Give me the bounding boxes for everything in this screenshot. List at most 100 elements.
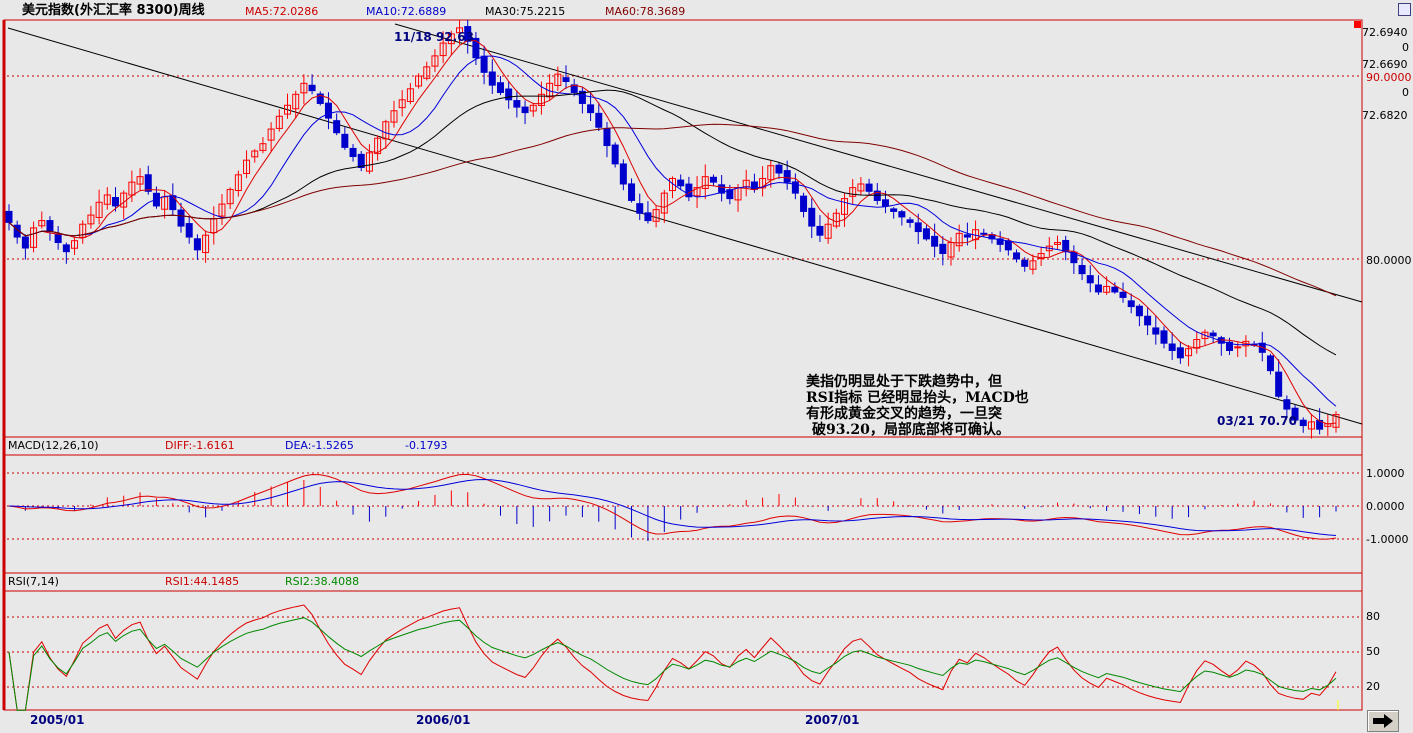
chart-title: 美元指数(外汇汇率 8300)周线 xyxy=(22,3,205,18)
price-axis-label: 72.6820 xyxy=(1362,109,1408,122)
candle-body xyxy=(496,82,504,93)
candle-body xyxy=(881,199,889,207)
rsi1-readout: RSI1:44.1485 xyxy=(165,575,240,588)
chart-frame xyxy=(3,19,1363,711)
price-axis-label: 0 xyxy=(1402,86,1409,99)
macd-axis-label: 0.0000 xyxy=(1366,500,1405,513)
candle-body xyxy=(341,133,349,148)
candle-body xyxy=(1094,284,1102,293)
candle-body xyxy=(1135,305,1143,317)
candle-body xyxy=(865,183,873,192)
candle-body xyxy=(54,233,62,244)
price-axis-label: 0 xyxy=(1402,41,1409,54)
candle-body xyxy=(144,174,152,192)
price-axis-label: 80.0000 xyxy=(1366,254,1412,267)
high-annotation: 11/18 92.63 xyxy=(394,30,474,44)
price-axis-label: 72.6690 xyxy=(1362,58,1408,71)
macd-dea-readout: DEA:-1.5265 xyxy=(285,439,354,452)
candle-body xyxy=(185,223,193,238)
candle-body xyxy=(1013,252,1021,260)
candle-body xyxy=(587,104,595,114)
candle-body xyxy=(898,211,906,218)
candle-body xyxy=(1152,327,1160,335)
candle-body xyxy=(5,210,13,223)
price-axis-label: 72.6940 xyxy=(1362,26,1408,39)
next-page-button[interactable] xyxy=(1367,710,1399,732)
candle-body xyxy=(914,222,922,233)
candle-body xyxy=(816,225,824,236)
candle-body xyxy=(1209,332,1217,337)
candle-body xyxy=(611,144,619,165)
candle-body xyxy=(349,147,357,158)
date-axis-label: 2006/01 xyxy=(416,713,471,727)
rsi-title: RSI(7,14) xyxy=(8,575,59,588)
candle-body xyxy=(308,84,316,92)
comment-line: 美指仍明显处于下跌趋势中，但 xyxy=(806,374,1002,390)
candle-body xyxy=(922,228,930,240)
macd-axis-label: -1.0000 xyxy=(1366,533,1409,546)
candle-body xyxy=(1160,330,1168,344)
candle-body xyxy=(644,212,652,222)
candle-body xyxy=(1111,286,1119,293)
macd-value-readout: -0.1793 xyxy=(405,439,448,452)
window-close-icon[interactable] xyxy=(1398,3,1411,16)
candle-body xyxy=(513,100,521,108)
trendline xyxy=(394,23,1363,303)
candle-body xyxy=(750,181,758,190)
rsi-axis-label: 20 xyxy=(1366,680,1380,693)
candle-body xyxy=(333,120,341,134)
candle-body xyxy=(1086,275,1094,284)
low-annotation: 03/21 70.70 xyxy=(1217,414,1297,428)
candle-body xyxy=(521,106,529,114)
date-axis-label: 2007/01 xyxy=(805,713,860,727)
candle-body xyxy=(1234,346,1242,349)
candle-body xyxy=(1275,371,1283,397)
candle-body xyxy=(1021,259,1029,267)
candle-body xyxy=(1176,347,1184,359)
candle-body xyxy=(1078,265,1086,275)
comment-text: 美指仍明显处于下跌趋势中，但 RSI指标 已经明显抬头，MACD也 有形成黄金交… xyxy=(806,374,1029,438)
rsi2-readout: RSI2:38.4088 xyxy=(285,575,360,588)
candle-body xyxy=(808,207,816,227)
date-axis-label: 2005/01 xyxy=(30,713,85,727)
candle-body xyxy=(62,244,70,253)
candle-body xyxy=(505,88,513,101)
ma5-line xyxy=(8,39,1337,425)
candle-body xyxy=(783,170,791,183)
current-marker xyxy=(1354,21,1361,28)
candle-body xyxy=(21,236,29,249)
candle-body xyxy=(480,55,488,73)
comment-line: RSI指标 已经明显抬头，MACD也 xyxy=(806,390,1029,406)
macd-title: MACD(12,26,10) xyxy=(8,439,99,452)
rsi2-line xyxy=(8,617,1337,711)
comment-line: 有形成黄金交叉的趋势，一旦突 xyxy=(806,406,1002,422)
candle-body xyxy=(562,77,570,82)
chart-canvas xyxy=(2,19,1363,711)
candle-body xyxy=(1119,291,1127,298)
candle-body xyxy=(677,179,685,187)
price-axis-label: 90.0000 xyxy=(1366,71,1412,84)
candle-body xyxy=(775,164,783,174)
candle-body xyxy=(931,235,939,247)
arrow-right-icon xyxy=(1373,714,1393,728)
candle-body xyxy=(177,209,185,227)
candle-body xyxy=(603,127,611,147)
candle-body xyxy=(963,234,971,238)
candle-body xyxy=(1168,343,1176,352)
candle-body xyxy=(906,219,914,223)
candle-body xyxy=(1266,355,1274,372)
candle-body xyxy=(488,71,496,86)
candle-body xyxy=(111,196,119,207)
candle-body xyxy=(619,163,627,185)
candle-body xyxy=(193,238,201,251)
macd-axis-label: 1.0000 xyxy=(1366,467,1405,480)
candle-body xyxy=(890,208,898,212)
candle-body xyxy=(1144,315,1152,326)
candle-body xyxy=(324,102,332,119)
candle-body xyxy=(636,203,644,214)
candle-body xyxy=(939,243,947,255)
candle-body xyxy=(628,183,636,201)
candle-body xyxy=(595,112,603,128)
candle-body xyxy=(800,195,808,212)
chart-window: 美元指数(外汇汇率 8300)周线 MA5:72.0286 MA10:72.68… xyxy=(0,0,1413,733)
